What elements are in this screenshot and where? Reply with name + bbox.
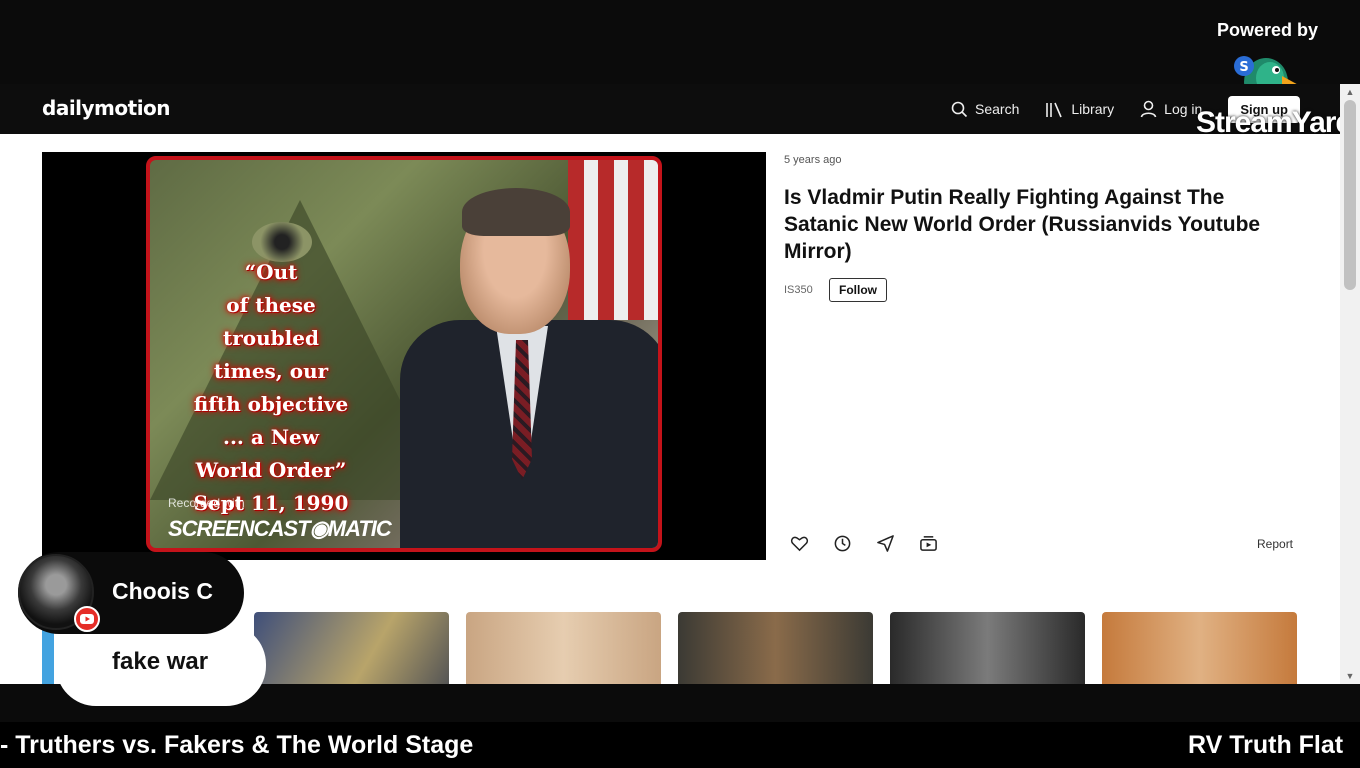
ticker-text: - Truthers vs. Fakers & The World Stage (0, 731, 474, 759)
quote-line: of these (226, 293, 316, 317)
ticker-bar: - Truthers vs. Fakers & The World Stage … (0, 722, 1360, 768)
recommendation-thumbnail[interactable] (1102, 612, 1297, 684)
thumbnail-quote: “Out of these troubled times, our fifth … (156, 256, 386, 520)
recommendation-thumbnail[interactable] (466, 612, 661, 684)
youtube-icon (74, 606, 100, 632)
quote-line: ... a New (223, 425, 319, 449)
video-actions (790, 534, 938, 553)
search-label: Search (975, 101, 1020, 117)
quote-line: “Out (244, 260, 298, 284)
recommendation-thumbnail[interactable] (678, 612, 873, 684)
powered-by-label: Powered by (1217, 20, 1319, 40)
quote-line: troubled (223, 326, 319, 350)
search-button[interactable]: Search (951, 101, 1019, 118)
video-thumbnail: “Out of these troubled times, our fifth … (146, 156, 662, 552)
share-icon[interactable] (876, 534, 895, 553)
add-to-playlist-icon[interactable] (919, 534, 938, 553)
video-posted-date: 5 years ago (784, 154, 842, 166)
comment-author: Choois C (112, 578, 213, 604)
video-player[interactable]: “Out of these troubled times, our fifth … (42, 152, 766, 560)
channel-name[interactable]: IS350 (784, 284, 813, 296)
dailymotion-logo[interactable]: dailymotion (42, 96, 171, 120)
user-icon (1140, 100, 1157, 118)
search-icon (951, 101, 968, 117)
page-scrollbar[interactable]: ▲ ▼ (1340, 84, 1360, 684)
library-label: Library (1071, 101, 1115, 117)
quote-line: fifth objective (193, 392, 349, 416)
flag-graphic (568, 160, 658, 320)
recommendation-thumbnail[interactable] (254, 612, 449, 684)
follow-button[interactable]: Follow (829, 278, 887, 302)
person-hair (462, 188, 570, 236)
library-icon (1046, 102, 1063, 117)
stream-canvas: Powered by S dailymotion Search Library … (0, 0, 1360, 768)
recorded-with-label: Recorded with (168, 496, 245, 510)
site-header: dailymotion Search Library Log in Sign u… (0, 84, 1340, 134)
scroll-down-arrow-icon[interactable]: ▼ (1344, 670, 1356, 682)
recommendation-thumbnail[interactable] (890, 612, 1085, 684)
svg-text:S: S (1239, 60, 1248, 75)
quote-line: times, our (213, 359, 329, 383)
recommendations-row (254, 612, 1297, 684)
scrollbar-thumb[interactable] (1344, 100, 1356, 290)
comment-text: fake war (112, 648, 209, 675)
library-button[interactable]: Library (1045, 101, 1114, 118)
clock-icon[interactable] (833, 534, 852, 553)
report-link[interactable]: Report (1257, 537, 1293, 551)
video-title: Is Vladmir Putin Really Fighting Against… (784, 186, 1261, 263)
screencast-matic-logo: SCREENCAST◉MATIC (168, 516, 392, 541)
ticker-text-next: RV Truth Flat (1188, 731, 1344, 759)
scroll-up-arrow-icon[interactable]: ▲ (1344, 86, 1356, 98)
login-button[interactable]: Log in (1140, 100, 1202, 118)
heart-icon[interactable] (790, 534, 809, 553)
quote-line: World Order” (195, 458, 347, 482)
